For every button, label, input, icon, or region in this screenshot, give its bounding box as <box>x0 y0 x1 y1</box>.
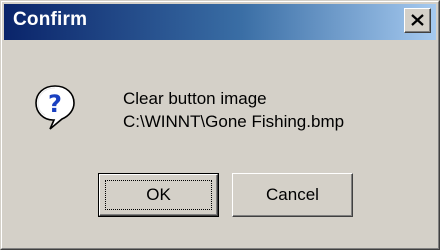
dialog-title: Confirm <box>13 9 88 30</box>
svg-text:?: ? <box>48 90 62 118</box>
cancel-button-label: Cancel <box>266 185 319 204</box>
ok-button[interactable]: OK <box>98 173 219 217</box>
ok-button-label: OK <box>146 185 171 204</box>
question-icon: ? <box>33 83 77 131</box>
close-button[interactable] <box>404 8 431 33</box>
cancel-button[interactable]: Cancel <box>232 173 353 217</box>
confirm-dialog: Confirm ? Clear button image C:\WINNT\Go… <box>0 0 440 250</box>
title-bar[interactable]: Confirm <box>4 4 436 40</box>
message-text: Clear button image C:\WINNT\Gone Fishing… <box>123 87 344 133</box>
message-line-1: Clear button image <box>123 89 267 108</box>
close-icon <box>411 14 424 26</box>
message-line-2: C:\WINNT\Gone Fishing.bmp <box>123 112 345 131</box>
